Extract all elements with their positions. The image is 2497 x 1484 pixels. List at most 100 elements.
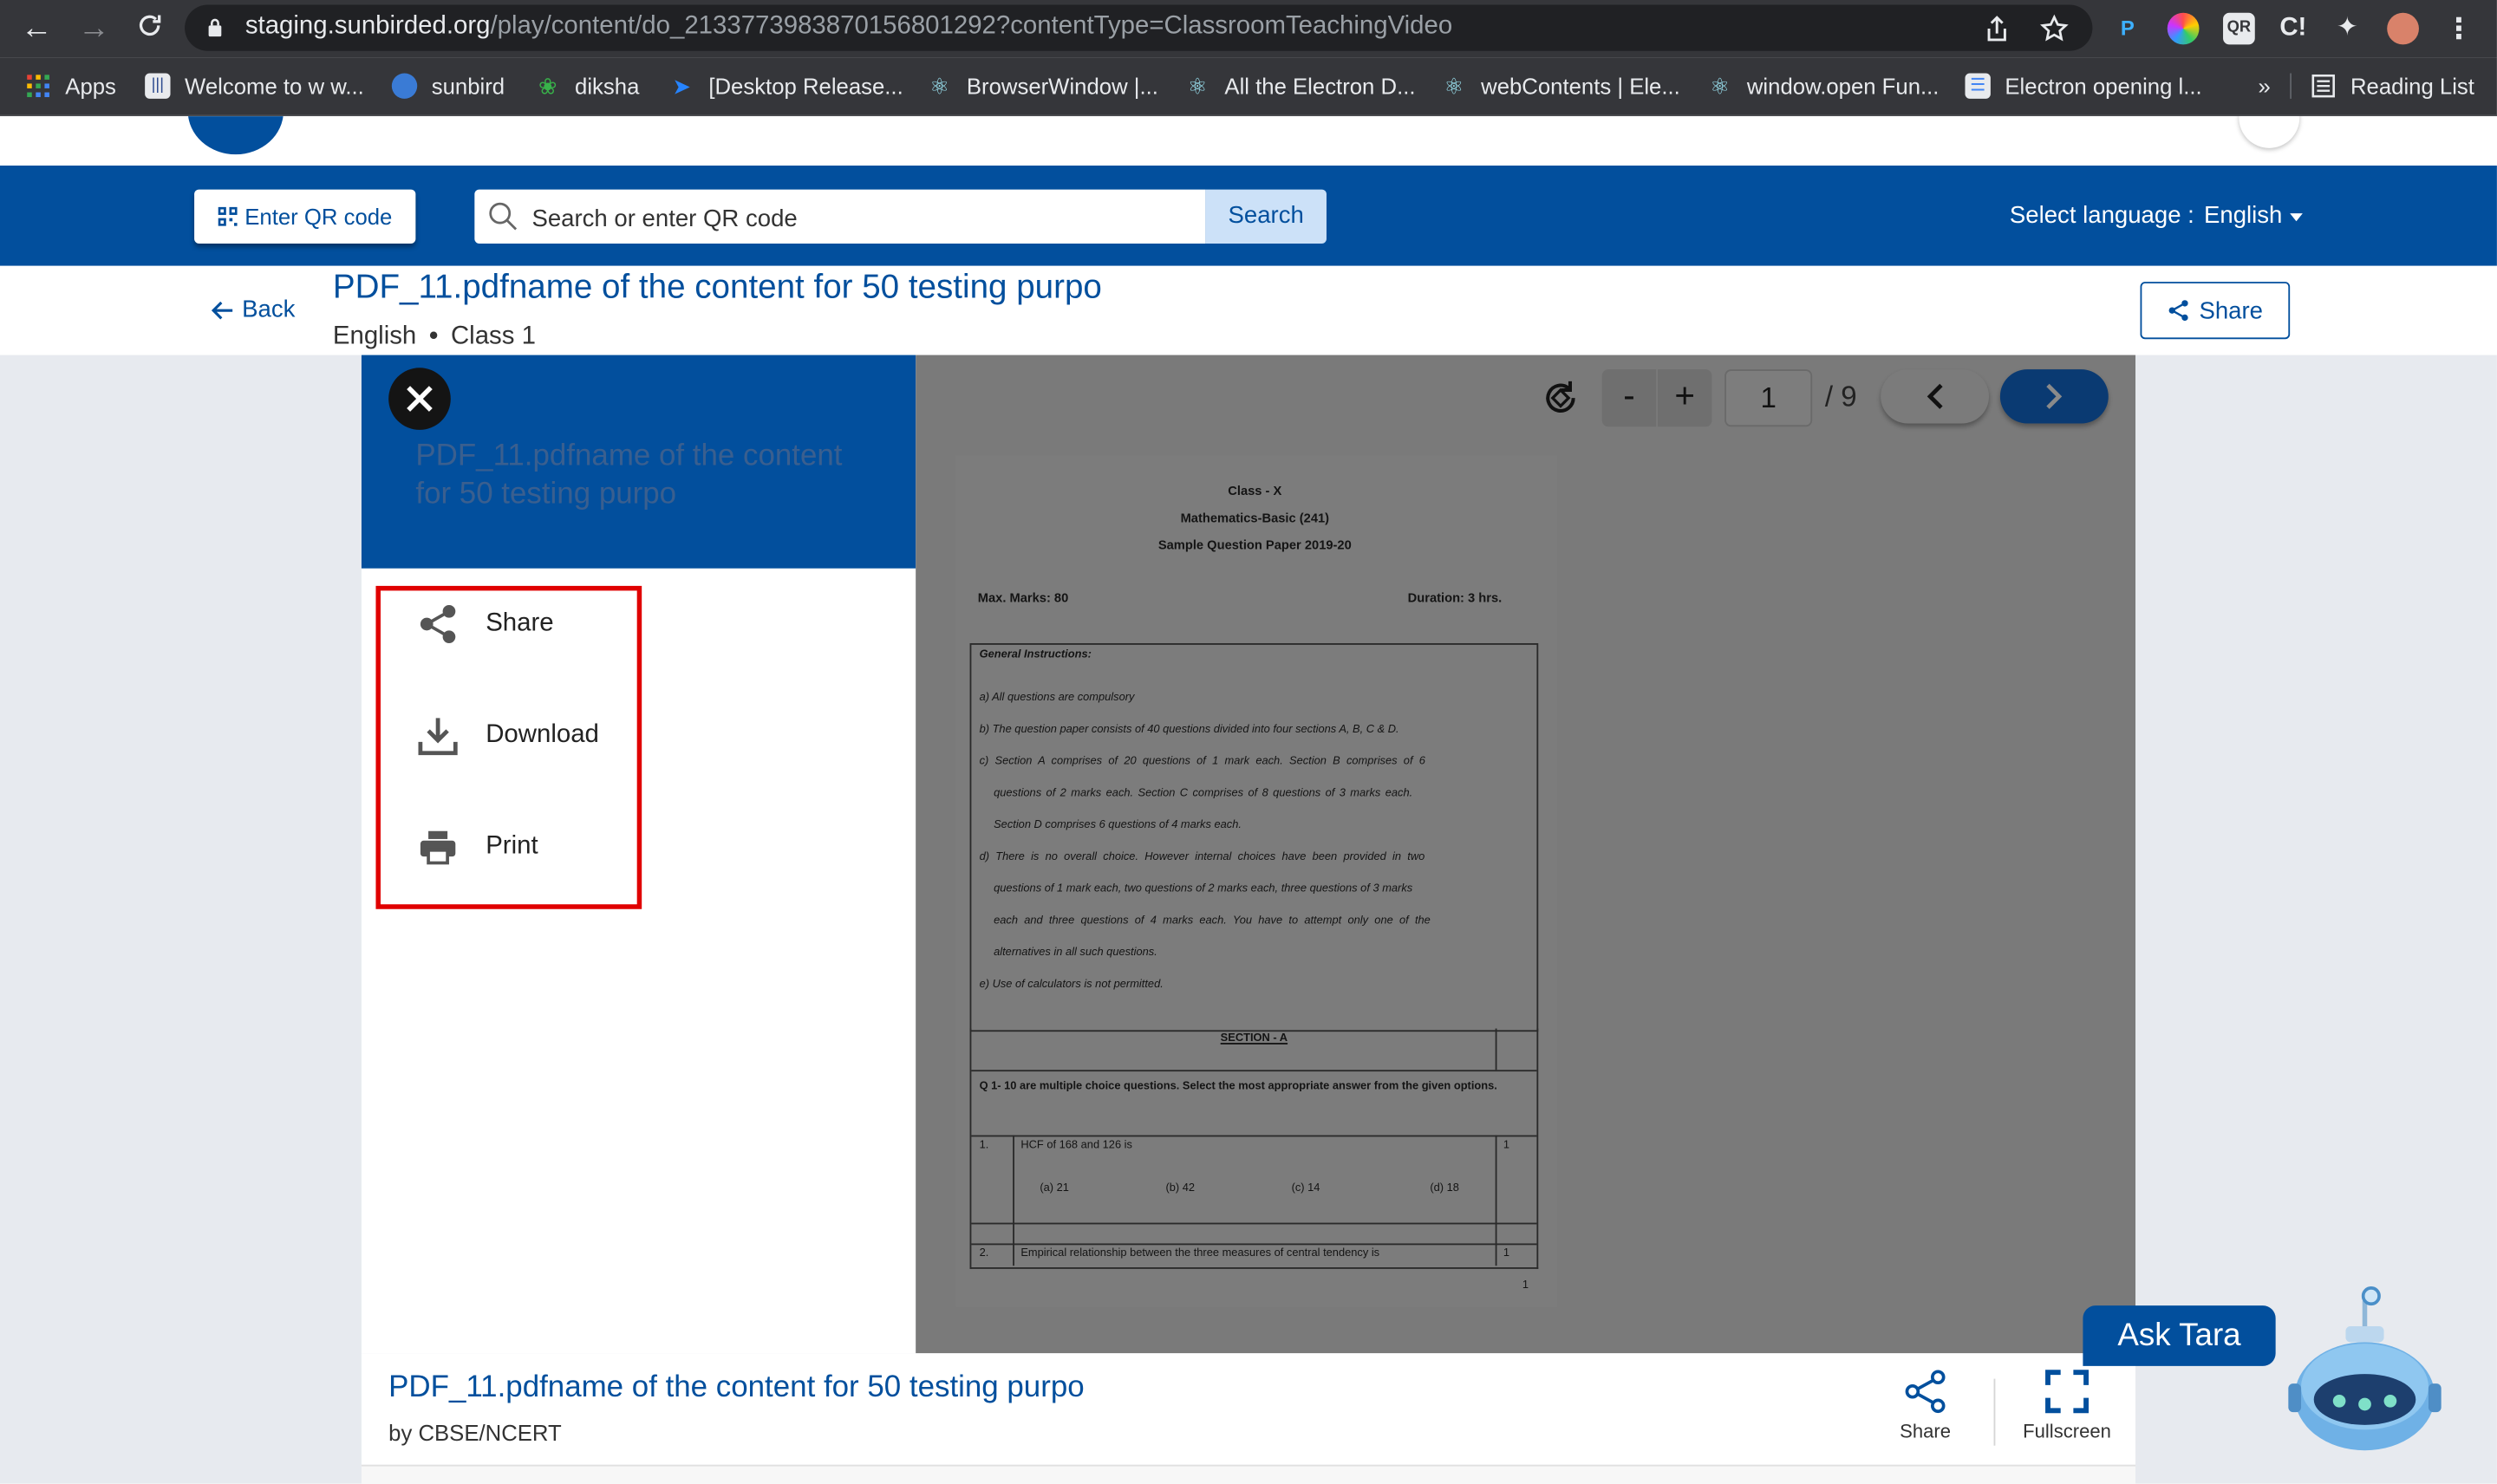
apps-grid-icon xyxy=(25,73,50,98)
pdf-table-rule xyxy=(971,1135,1537,1137)
pdf-max-marks: Max. Marks: 80 xyxy=(977,590,1069,605)
language-dropdown[interactable]: English xyxy=(2204,202,2282,229)
bookmark-electron-docs[interactable]: ⚛ All the Electron D... xyxy=(1185,57,1416,114)
url-text: staging.sunbirded.org/play/content/do_21… xyxy=(245,13,1452,42)
bookmark-window-open[interactable]: ⚛ window.open Fun... xyxy=(1707,57,1939,114)
reading-list-icon xyxy=(2311,73,2336,98)
bookmark-label: Electron opening l... xyxy=(2005,73,2202,99)
bookmark-label: webContents | Ele... xyxy=(1481,73,1680,99)
next-page-button[interactable] xyxy=(1999,369,2109,424)
pdf-page: Class - X Mathematics-Basic (241) Sample… xyxy=(955,455,1558,1307)
electron-favicon-icon: ⚛ xyxy=(1187,73,1208,99)
reading-list[interactable]: Reading List xyxy=(2311,57,2474,114)
tara-robot-icon[interactable] xyxy=(2285,1282,2445,1457)
bookmark-sunbird[interactable]: sunbird xyxy=(391,57,505,114)
pdf-instruction-line: a) All questions are compulsory xyxy=(979,692,1135,704)
fullscreen-label: Fullscreen xyxy=(2023,1420,2111,1443)
footer-share-button[interactable]: Share xyxy=(1868,1370,1982,1455)
pdf-instruction-line: c) Section A comprises of 20 questions o… xyxy=(979,756,1425,768)
extensions-puzzle-icon[interactable]: ✦ xyxy=(2331,13,2363,45)
site-logo-strip xyxy=(0,116,2497,166)
zoom-out-button[interactable]: - xyxy=(1601,369,1657,427)
pdf-q1-option: (a) 21 xyxy=(1040,1182,1069,1194)
footer-share-label: Share xyxy=(1900,1420,1951,1443)
bookmark-label: sunbird xyxy=(431,73,505,99)
enter-qr-code-label: Enter QR code xyxy=(244,204,393,230)
bookmark-webcontents[interactable]: ⚛ webContents | Ele... xyxy=(1441,57,1680,114)
caret-down-icon[interactable] xyxy=(2290,213,2303,222)
bookmark-browserwindow[interactable]: ⚛ BrowserWindow |... xyxy=(927,57,1158,114)
pdf-section-table: SECTION - A Q 1- 10 are multiple choice … xyxy=(969,1028,1539,1269)
profile-avatar[interactable] xyxy=(2387,12,2419,45)
pdf-paper-line: Sample Question Paper 2019-20 xyxy=(1157,537,1352,553)
extension-p-icon[interactable]: P xyxy=(2111,13,2143,45)
enter-qr-code-button[interactable]: Enter QR code xyxy=(194,189,416,244)
back-link[interactable]: Back xyxy=(210,296,295,323)
meta-separator: • xyxy=(428,322,439,351)
bookmarks-overflow[interactable]: » xyxy=(2258,57,2270,114)
pdf-q1-option: (d) 18 xyxy=(1430,1182,1459,1194)
electron-favicon-icon: ⚛ xyxy=(1710,73,1731,99)
search-button[interactable]: Search xyxy=(1205,189,1327,244)
search-header: Enter QR code Search Select language : E… xyxy=(0,166,2497,266)
qr-code-icon xyxy=(218,206,238,226)
extension-qr-icon[interactable]: QR xyxy=(2223,12,2255,45)
diksha-favicon-icon: ❀ xyxy=(538,73,557,99)
user-avatar[interactable] xyxy=(2239,116,2300,148)
bookmark-star-icon[interactable] xyxy=(2039,14,2069,43)
bookmark-desktop-release[interactable]: ➤ [Desktop Release... xyxy=(668,57,903,114)
pdf-q1-option: (c) 14 xyxy=(1291,1182,1320,1194)
content-header: Back PDF_11.pdfname of the content for 5… xyxy=(0,265,2497,355)
page-number-input[interactable]: 1 xyxy=(1724,369,1813,427)
pdf-section-heading: SECTION - A xyxy=(1220,1033,1288,1045)
pdf-mcq-note: Q 1- 10 are multiple choice questions. S… xyxy=(979,1081,1497,1092)
footer-content-title: PDF_11.pdfname of the content for 50 tes… xyxy=(388,1370,1085,1404)
back-arrow-icon[interactable]: ← xyxy=(19,11,54,46)
pdf-q2-number: 2. xyxy=(979,1247,989,1259)
electron-favicon-icon: ⚛ xyxy=(929,73,950,99)
pdf-instruction-line: each and three questions of 4 marks each… xyxy=(994,915,1431,927)
browser-menu-icon[interactable]: ⋮ xyxy=(2442,13,2474,45)
electron-favicon-icon: ⚛ xyxy=(1444,73,1464,99)
bookmark-electron-opening[interactable]: ☰ Electron opening l... xyxy=(1965,57,2202,114)
bookmark-label: diksha xyxy=(575,73,640,99)
reading-list-label: Reading List xyxy=(2350,73,2474,99)
reload-icon[interactable] xyxy=(132,11,166,46)
pdf-q2-text: Empirical relationship between the three… xyxy=(1020,1247,1380,1259)
pdf-q1-number: 1. xyxy=(979,1140,989,1151)
share-icon xyxy=(1905,1370,1946,1414)
doc-favicon-icon: ☰ xyxy=(1965,73,1991,99)
pdf-instruction-line: b) The question paper consists of 40 que… xyxy=(979,724,1399,736)
fullscreen-button[interactable]: Fullscreen xyxy=(2010,1370,2124,1455)
side-menu-title: PDF_11.pdfname of the content for 50 tes… xyxy=(415,439,843,511)
bookmark-label: Welcome to w w... xyxy=(185,73,364,99)
share-page-icon[interactable] xyxy=(1983,15,2011,43)
bookmark-label: [Desktop Release... xyxy=(708,73,903,99)
extension-color-icon[interactable] xyxy=(2167,12,2200,45)
pdf-table-rule xyxy=(971,1222,1537,1225)
footer-author: by CBSE/NCERT xyxy=(388,1420,562,1446)
zoom-in-button[interactable]: + xyxy=(1658,369,1712,427)
bookmark-label: All the Electron D... xyxy=(1224,73,1416,99)
rotate-icon[interactable] xyxy=(1538,375,1582,420)
close-menu-button[interactable] xyxy=(388,368,451,430)
search-input[interactable] xyxy=(528,189,1196,247)
extension-ci-icon[interactable]: C! xyxy=(2277,13,2309,45)
sunbird-logo-wordmark xyxy=(297,116,319,150)
bookmark-apps[interactable]: Apps xyxy=(25,57,116,114)
previous-page-button[interactable] xyxy=(1881,369,1990,424)
bookmark-welcome[interactable]: ||| Welcome to w w... xyxy=(145,57,364,114)
address-bar[interactable]: staging.sunbirded.org/play/content/do_21… xyxy=(185,4,2093,51)
back-label: Back xyxy=(242,296,296,323)
pdf-q1-option: (b) 42 xyxy=(1165,1182,1196,1194)
pdf-instruction-line: e) Use of calculators is not permitted. xyxy=(979,979,1164,991)
bookmark-diksha[interactable]: ❀ diksha xyxy=(535,57,639,114)
sunbird-logo[interactable] xyxy=(187,116,284,155)
ask-tara-button[interactable]: Ask Tara xyxy=(2083,1305,2276,1366)
forward-arrow-icon[interactable]: → xyxy=(76,11,111,46)
bookmarks-bar: Apps ||| Welcome to w w... sunbird ❀ diksh… xyxy=(0,57,2497,117)
share-button[interactable]: Share xyxy=(2140,282,2291,340)
side-menu-header: PDF_11.pdfname of the content for 50 tes… xyxy=(361,355,916,569)
pdf-table-rule xyxy=(971,1070,1537,1072)
fullscreen-icon xyxy=(2045,1370,2090,1414)
